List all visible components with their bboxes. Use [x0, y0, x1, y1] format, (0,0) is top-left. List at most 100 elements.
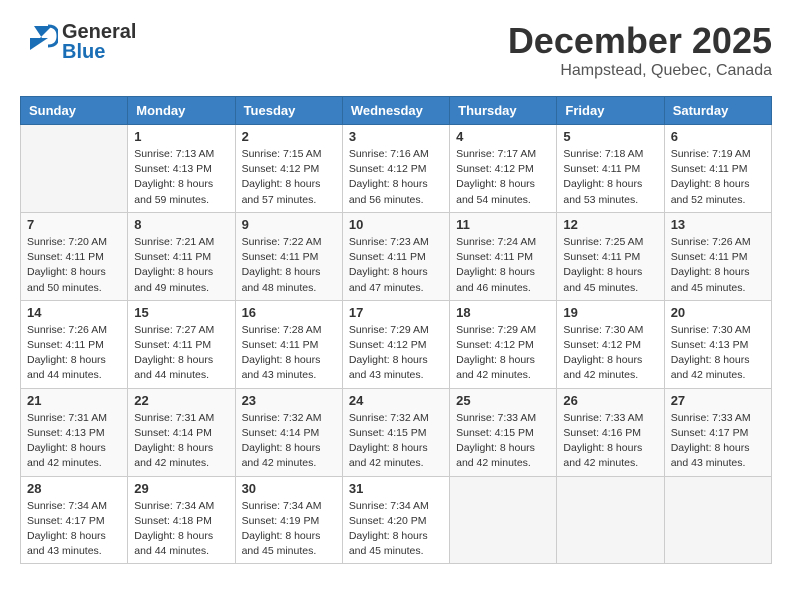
location: Hampstead, Quebec, Canada — [508, 62, 772, 80]
day-info: Sunrise: 7:33 AMSunset: 4:16 PMDaylight:… — [563, 411, 657, 472]
calendar-cell: 13 Sunrise: 7:26 AMSunset: 4:11 PMDayligh… — [664, 212, 771, 300]
day-info: Sunrise: 7:32 AMSunset: 4:14 PMDaylight:… — [242, 411, 336, 472]
weekday-header-tuesday: Tuesday — [235, 97, 342, 125]
day-info: Sunrise: 7:34 AMSunset: 4:20 PMDaylight:… — [349, 499, 443, 560]
calendar-cell: 31 Sunrise: 7:34 AMSunset: 4:20 PMDayligh… — [342, 476, 449, 564]
calendar-cell — [664, 476, 771, 564]
calendar-cell — [450, 476, 557, 564]
calendar-cell: 12 Sunrise: 7:25 AMSunset: 4:11 PMDayligh… — [557, 212, 664, 300]
day-number: 27 — [671, 393, 765, 408]
calendar-week-4: 21Sunrise: 7:31 AMSunset: 4:13 PMDayligh… — [21, 388, 772, 476]
day-info: Sunrise: 7:28 AMSunset: 4:11 PMDaylight:… — [242, 323, 336, 384]
calendar-cell: 30 Sunrise: 7:34 AMSunset: 4:19 PMDayligh… — [235, 476, 342, 564]
day-number: 14 — [27, 305, 121, 320]
weekday-header-monday: Monday — [128, 97, 235, 125]
calendar-cell: 17Sunrise: 7:29 AMSunset: 4:12 PMDayligh… — [342, 300, 449, 388]
day-number: 7 — [27, 217, 121, 232]
calendar-week-5: 28 Sunrise: 7:34 AMSunset: 4:17 PMDayligh… — [21, 476, 772, 564]
day-number: 13 — [671, 217, 765, 232]
calendar-cell: 14Sunrise: 7:26 AMSunset: 4:11 PMDayligh… — [21, 300, 128, 388]
day-number: 30 — [242, 481, 336, 496]
day-number: 1 — [134, 129, 228, 144]
title-block: December 2025 Hampstead, Quebec, Canada — [508, 20, 772, 80]
day-info: Sunrise: 7:34 AMSunset: 4:18 PMDaylight:… — [134, 499, 228, 560]
day-info: Sunrise: 7:15 AMSunset: 4:12 PMDaylight:… — [242, 147, 336, 208]
page-header: General Blue December 2025 Hampstead, Qu… — [20, 20, 772, 80]
logo-general: General — [62, 22, 136, 42]
calendar-cell: 20Sunrise: 7:30 AMSunset: 4:13 PMDayligh… — [664, 300, 771, 388]
logo-blue: Blue — [62, 42, 136, 62]
day-number: 24 — [349, 393, 443, 408]
day-info: Sunrise: 7:20 AMSunset: 4:11 PMDaylight:… — [27, 235, 121, 296]
weekday-header-friday: Friday — [557, 97, 664, 125]
calendar-cell: 26 Sunrise: 7:33 AMSunset: 4:16 PMDayligh… — [557, 388, 664, 476]
day-number: 22 — [134, 393, 228, 408]
day-info: Sunrise: 7:25 AMSunset: 4:11 PMDaylight:… — [563, 235, 657, 296]
day-info: Sunrise: 7:19 AMSunset: 4:11 PMDaylight:… — [671, 147, 765, 208]
logo-text: General Blue — [62, 22, 136, 62]
calendar-cell: 19Sunrise: 7:30 AMSunset: 4:12 PMDayligh… — [557, 300, 664, 388]
day-number: 25 — [456, 393, 550, 408]
day-info: Sunrise: 7:22 AMSunset: 4:11 PMDaylight:… — [242, 235, 336, 296]
day-info: Sunrise: 7:16 AMSunset: 4:12 PMDaylight:… — [349, 147, 443, 208]
logo-icon — [20, 20, 58, 63]
day-info: Sunrise: 7:13 AMSunset: 4:13 PMDaylight:… — [134, 147, 228, 208]
day-info: Sunrise: 7:26 AMSunset: 4:11 PMDaylight:… — [671, 235, 765, 296]
day-info: Sunrise: 7:29 AMSunset: 4:12 PMDaylight:… — [349, 323, 443, 384]
day-number: 8 — [134, 217, 228, 232]
day-number: 11 — [456, 217, 550, 232]
calendar-cell: 15 Sunrise: 7:27 AMSunset: 4:11 PMDayligh… — [128, 300, 235, 388]
day-number: 9 — [242, 217, 336, 232]
calendar-body: 1 Sunrise: 7:13 AMSunset: 4:13 PMDaylight… — [21, 125, 772, 564]
calendar-week-3: 14Sunrise: 7:26 AMSunset: 4:11 PMDayligh… — [21, 300, 772, 388]
day-info: Sunrise: 7:18 AMSunset: 4:11 PMDaylight:… — [563, 147, 657, 208]
day-info: Sunrise: 7:34 AMSunset: 4:19 PMDaylight:… — [242, 499, 336, 560]
day-number: 18 — [456, 305, 550, 320]
calendar-cell — [21, 125, 128, 213]
calendar-cell — [557, 476, 664, 564]
calendar-cell: 29 Sunrise: 7:34 AMSunset: 4:18 PMDayligh… — [128, 476, 235, 564]
day-number: 6 — [671, 129, 765, 144]
day-number: 15 — [134, 305, 228, 320]
calendar-cell: 6 Sunrise: 7:19 AMSunset: 4:11 PMDaylight… — [664, 125, 771, 213]
calendar-cell: 4Sunrise: 7:17 AMSunset: 4:12 PMDaylight… — [450, 125, 557, 213]
day-number: 21 — [27, 393, 121, 408]
day-number: 16 — [242, 305, 336, 320]
day-info: Sunrise: 7:31 AMSunset: 4:14 PMDaylight:… — [134, 411, 228, 472]
day-info: Sunrise: 7:30 AMSunset: 4:12 PMDaylight:… — [563, 323, 657, 384]
calendar-week-1: 1 Sunrise: 7:13 AMSunset: 4:13 PMDaylight… — [21, 125, 772, 213]
day-number: 26 — [563, 393, 657, 408]
day-number: 3 — [349, 129, 443, 144]
day-number: 28 — [27, 481, 121, 496]
calendar-cell: 25 Sunrise: 7:33 AMSunset: 4:15 PMDayligh… — [450, 388, 557, 476]
weekday-header-thursday: Thursday — [450, 97, 557, 125]
calendar-cell: 24 Sunrise: 7:32 AMSunset: 4:15 PMDayligh… — [342, 388, 449, 476]
logo: General Blue — [20, 20, 136, 63]
day-info: Sunrise: 7:23 AMSunset: 4:11 PMDaylight:… — [349, 235, 443, 296]
day-number: 12 — [563, 217, 657, 232]
weekday-header-sunday: Sunday — [21, 97, 128, 125]
day-info: Sunrise: 7:34 AMSunset: 4:17 PMDaylight:… — [27, 499, 121, 560]
day-info: Sunrise: 7:33 AMSunset: 4:17 PMDaylight:… — [671, 411, 765, 472]
calendar-cell: 5 Sunrise: 7:18 AMSunset: 4:11 PMDaylight… — [557, 125, 664, 213]
calendar-cell: 3 Sunrise: 7:16 AMSunset: 4:12 PMDaylight… — [342, 125, 449, 213]
calendar-cell: 9 Sunrise: 7:22 AMSunset: 4:11 PMDaylight… — [235, 212, 342, 300]
day-info: Sunrise: 7:27 AMSunset: 4:11 PMDaylight:… — [134, 323, 228, 384]
day-info: Sunrise: 7:29 AMSunset: 4:12 PMDaylight:… — [456, 323, 550, 384]
calendar-cell: 22 Sunrise: 7:31 AMSunset: 4:14 PMDayligh… — [128, 388, 235, 476]
calendar-cell: 7 Sunrise: 7:20 AMSunset: 4:11 PMDaylight… — [21, 212, 128, 300]
calendar-table: SundayMondayTuesdayWednesdayThursdayFrid… — [20, 96, 772, 564]
day-number: 31 — [349, 481, 443, 496]
weekday-header-wednesday: Wednesday — [342, 97, 449, 125]
day-number: 2 — [242, 129, 336, 144]
day-info: Sunrise: 7:32 AMSunset: 4:15 PMDaylight:… — [349, 411, 443, 472]
calendar-header-row: SundayMondayTuesdayWednesdayThursdayFrid… — [21, 97, 772, 125]
day-info: Sunrise: 7:33 AMSunset: 4:15 PMDaylight:… — [456, 411, 550, 472]
month-title: December 2025 — [508, 20, 772, 62]
day-number: 5 — [563, 129, 657, 144]
day-number: 23 — [242, 393, 336, 408]
calendar-cell: 16 Sunrise: 7:28 AMSunset: 4:11 PMDayligh… — [235, 300, 342, 388]
day-number: 29 — [134, 481, 228, 496]
day-info: Sunrise: 7:21 AMSunset: 4:11 PMDaylight:… — [134, 235, 228, 296]
day-number: 20 — [671, 305, 765, 320]
